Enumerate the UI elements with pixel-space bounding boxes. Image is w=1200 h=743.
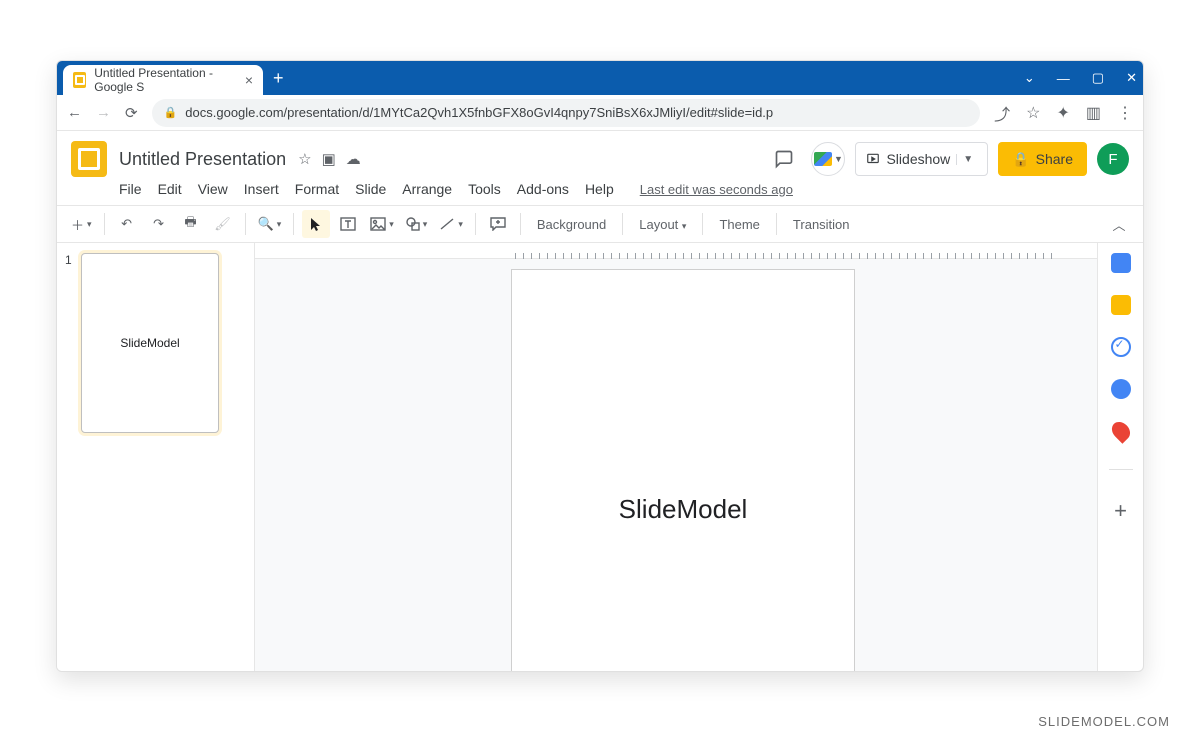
comment-icon[interactable] [484, 210, 512, 238]
cloud-status-icon[interactable]: ☁ [346, 150, 361, 168]
meet-button[interactable]: ▼ [811, 142, 845, 176]
bookmark-icon[interactable]: ☆ [1026, 103, 1040, 123]
menu-bar: File Edit View Insert Format Slide Arran… [57, 177, 1143, 205]
slides-logo-icon[interactable] [71, 141, 107, 177]
slide-text-content: SlideModel [619, 494, 748, 525]
close-window-icon[interactable]: ✕ [1126, 70, 1137, 86]
menu-insert[interactable]: Insert [244, 181, 279, 197]
undo-icon[interactable]: ↶ [113, 210, 141, 238]
new-slide-button[interactable]: ＋▾ [67, 210, 96, 238]
add-addon-icon[interactable]: + [1114, 498, 1127, 524]
slideshow-label: Slideshow [886, 151, 950, 167]
star-icon[interactable]: ☆ [298, 150, 311, 168]
calendar-icon[interactable] [1111, 253, 1131, 273]
minimize-icon[interactable]: — [1057, 71, 1070, 86]
line-icon[interactable]: ▾ [435, 210, 467, 238]
zoom-button[interactable]: 🔍▾ [254, 210, 286, 238]
account-avatar[interactable]: F [1097, 143, 1129, 175]
document-title[interactable]: Untitled Presentation [119, 149, 286, 170]
select-tool-icon[interactable] [302, 210, 330, 238]
reading-list-icon[interactable]: ▥ [1086, 103, 1101, 123]
textbox-icon[interactable] [334, 210, 362, 238]
back-icon[interactable]: ← [67, 104, 82, 121]
extensions-icon[interactable]: ✦ [1056, 103, 1069, 123]
menu-edit[interactable]: Edit [158, 181, 182, 197]
maximize-icon[interactable]: ▢ [1092, 70, 1104, 86]
paint-format-icon[interactable]: 🖌 [209, 210, 237, 238]
watermark-text: SLIDEMODEL.COM [1038, 714, 1170, 729]
print-icon[interactable]: 🖶 [177, 210, 205, 238]
share-label: Share [1036, 151, 1073, 167]
last-edit-link[interactable]: Last edit was seconds ago [640, 182, 793, 197]
thumbnail-text: SlideModel [120, 336, 179, 350]
transition-button[interactable]: Transition [785, 217, 858, 232]
menu-view[interactable]: View [198, 181, 228, 197]
close-tab-icon[interactable]: × [245, 72, 253, 88]
avatar-letter: F [1108, 151, 1117, 168]
reload-icon[interactable]: ⟳ [125, 104, 138, 122]
browser-menu-icon[interactable]: ⋮ [1117, 103, 1133, 123]
hide-menus-icon[interactable]: ︿ [1105, 210, 1133, 238]
window-titlebar: Untitled Presentation - Google S × + ⌄ —… [57, 61, 1143, 95]
menu-addons[interactable]: Add-ons [517, 181, 569, 197]
browser-window: Untitled Presentation - Google S × + ⌄ —… [56, 60, 1144, 672]
address-bar[interactable]: 🔒 docs.google.com/presentation/d/1MYtCa2… [152, 99, 981, 127]
side-panel: + [1097, 243, 1143, 671]
meet-icon [814, 152, 832, 166]
slide-canvas[interactable]: SlideModel [511, 269, 855, 671]
present-icon [866, 152, 880, 166]
forward-icon[interactable]: → [96, 104, 111, 121]
comments-icon[interactable] [767, 142, 801, 176]
slide-canvas-area[interactable]: SlideModel [255, 243, 1097, 671]
tab-title: Untitled Presentation - Google S [94, 66, 237, 94]
contacts-icon[interactable] [1111, 379, 1131, 399]
lock-icon: 🔒 [164, 106, 178, 119]
layout-button[interactable]: Layout ▾ [631, 217, 694, 232]
background-button[interactable]: Background [529, 217, 614, 232]
share-button[interactable]: 🔒 Share [998, 142, 1087, 176]
slide-thumbnail-panel: 1 SlideModel [57, 243, 255, 671]
share-page-icon[interactable]: ⤴ [994, 101, 1010, 125]
tasks-icon[interactable] [1111, 337, 1131, 357]
thumbnail-item[interactable]: 1 SlideModel [65, 253, 246, 433]
menu-file[interactable]: File [119, 181, 142, 197]
tab-search-icon[interactable]: ⌄ [1024, 70, 1035, 86]
chevron-down-icon[interactable]: ▼ [956, 154, 979, 165]
slides-favicon-icon [73, 72, 86, 88]
maps-icon[interactable] [1108, 418, 1133, 443]
app-header: Untitled Presentation ☆ ▣ ☁ ▼ Slideshow … [57, 131, 1143, 177]
url-text: docs.google.com/presentation/d/1MYtCa2Qv… [185, 105, 773, 120]
main-area: 1 SlideModel SlideModel + [57, 243, 1143, 671]
thumbnail-preview[interactable]: SlideModel [81, 253, 219, 433]
menu-slide[interactable]: Slide [355, 181, 386, 197]
new-tab-button[interactable]: + [273, 68, 284, 89]
lock-icon: 🔒 [1012, 151, 1029, 168]
shape-icon[interactable]: ▾ [402, 210, 432, 238]
chevron-down-icon: ▼ [834, 154, 843, 164]
thumbnail-number: 1 [65, 253, 75, 433]
keep-icon[interactable] [1111, 295, 1131, 315]
menu-arrange[interactable]: Arrange [402, 181, 452, 197]
toolbar: ＋▾ ↶ ↷ 🖶 🖌 🔍▾ ▾ ▾ ▾ Background Layout ▾ … [57, 205, 1143, 243]
menu-tools[interactable]: Tools [468, 181, 501, 197]
slideshow-button[interactable]: Slideshow ▼ [855, 142, 988, 176]
title-column: Untitled Presentation ☆ ▣ ☁ [119, 149, 361, 170]
redo-icon[interactable]: ↷ [145, 210, 173, 238]
browser-tab[interactable]: Untitled Presentation - Google S × [63, 65, 263, 95]
window-controls: ⌄ — ▢ ✕ [1024, 61, 1137, 95]
image-icon[interactable]: ▾ [366, 210, 398, 238]
browser-toolbar: ← → ⟳ 🔒 docs.google.com/presentation/d/1… [57, 95, 1143, 131]
move-icon[interactable]: ▣ [322, 150, 336, 168]
menu-help[interactable]: Help [585, 181, 614, 197]
menu-format[interactable]: Format [295, 181, 339, 197]
horizontal-ruler [255, 243, 1097, 259]
theme-button[interactable]: Theme [711, 217, 767, 232]
